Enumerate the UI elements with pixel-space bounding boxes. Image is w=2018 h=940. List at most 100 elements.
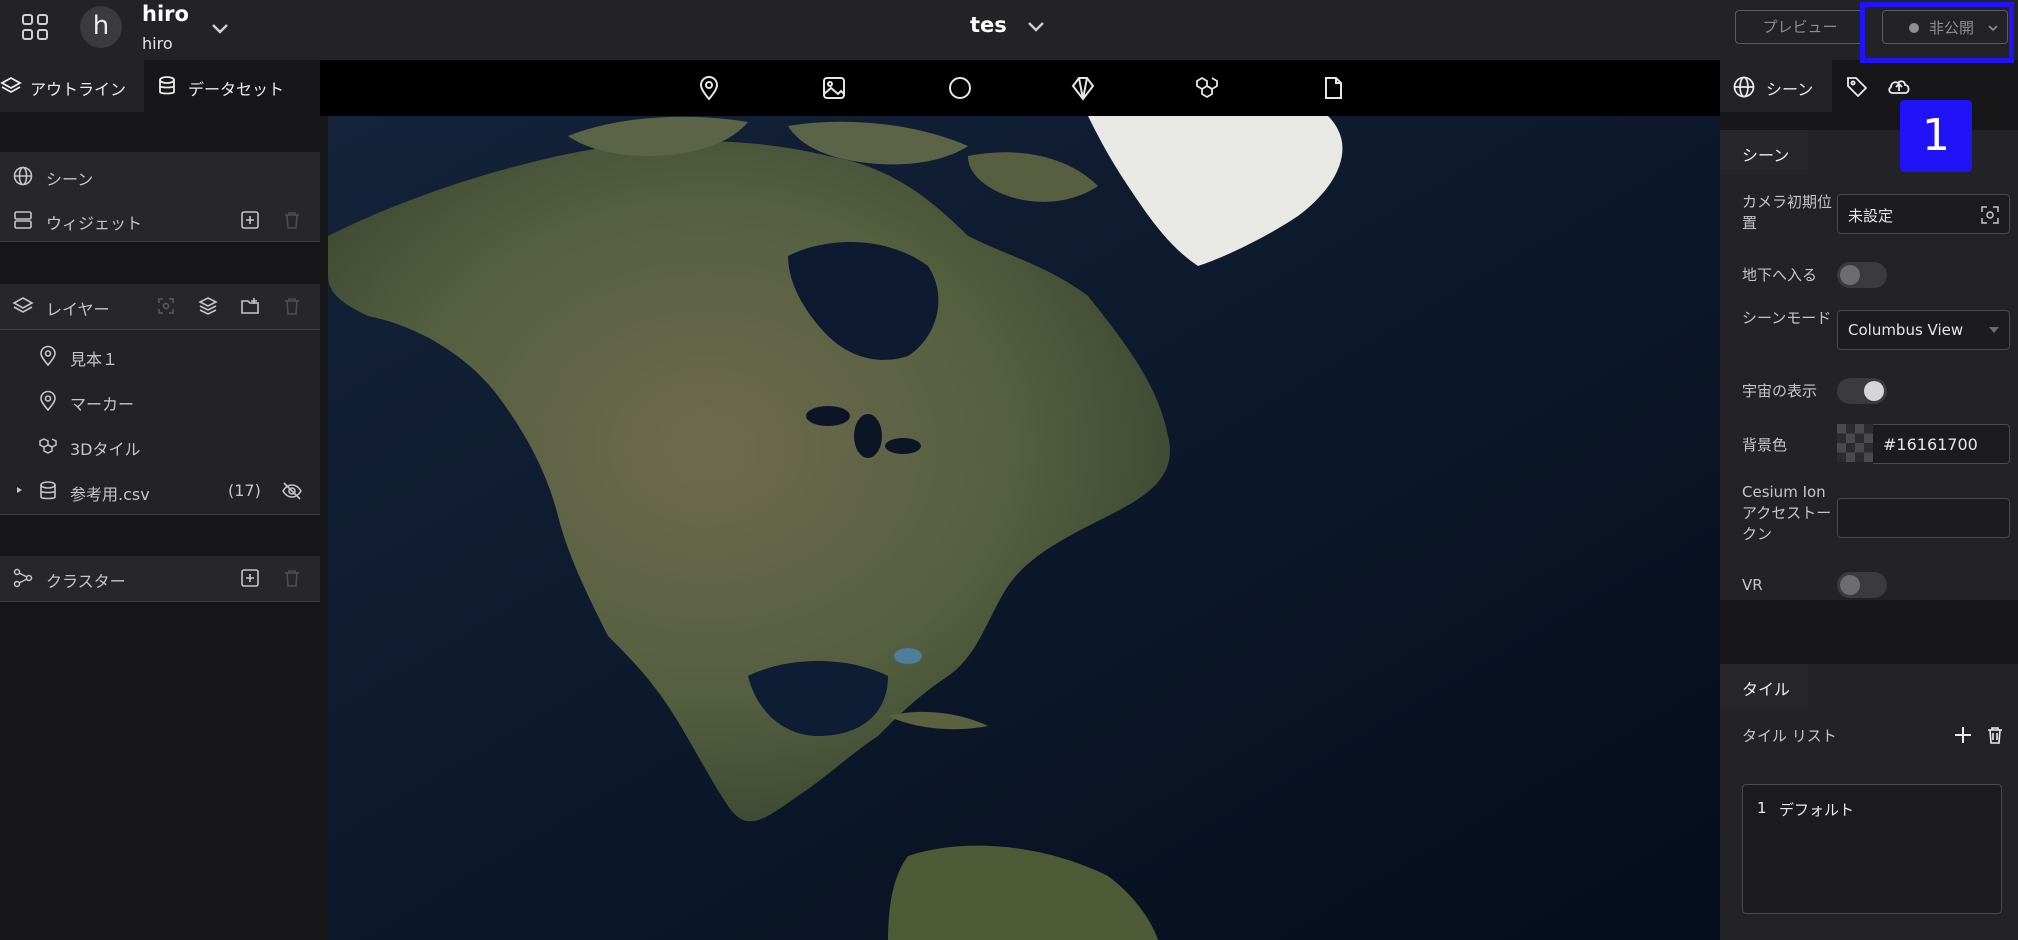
layer-item[interactable]: 3Dタイル [0, 424, 320, 468]
scene-mode-value: Columbus View [1848, 321, 1964, 339]
layer-header-label: レイヤー [46, 300, 110, 319]
layer-item-label: 3Dタイル [70, 440, 141, 459]
globe-icon [12, 165, 34, 187]
tile-list-label: タイル リスト [1742, 727, 1837, 745]
scene-mode-label: シーンモード [1742, 309, 1832, 327]
apps-grid-icon[interactable] [20, 12, 50, 42]
pin-icon[interactable] [695, 74, 723, 102]
tiles-icon[interactable] [1193, 74, 1221, 102]
tab-scene[interactable]: シーン [1720, 60, 1832, 112]
outline-item-widget[interactable]: ウィジェット [0, 198, 320, 242]
workspace-name[interactable]: hiro [142, 2, 189, 26]
tile-name: デフォルト [1779, 801, 1855, 819]
add-widget-icon[interactable] [239, 209, 261, 231]
image-icon[interactable] [820, 74, 848, 102]
globe-icon [1732, 75, 1756, 99]
focus-layer-icon[interactable] [155, 295, 177, 317]
box-icon[interactable] [1069, 74, 1097, 102]
layer-item-label: マーカー [70, 395, 135, 414]
list-item[interactable]: 1 デフォルト [1743, 795, 2001, 823]
camera-value: 未設定 [1848, 207, 1894, 225]
step-badge: 1 [1900, 100, 1972, 172]
add-folder-icon[interactable] [239, 295, 261, 317]
widget-label: ウィジェット [46, 214, 143, 233]
underground-label: 地下へ入る [1742, 266, 1818, 284]
space-toggle[interactable] [1837, 378, 1887, 404]
chevron-down-icon[interactable] [206, 14, 234, 42]
layer-header: レイヤー [0, 284, 320, 328]
layer-item-label: 参考用.csv [70, 485, 150, 504]
avatar[interactable]: h [80, 6, 122, 48]
tab-dataset-label: データセット [188, 80, 285, 99]
cluster-section: クラスター [0, 556, 320, 602]
highlight-box [1860, 2, 2014, 63]
tiles-icon [37, 435, 59, 457]
camera-label: カメラ初期位置 [1742, 193, 1833, 232]
bg-color-value: #16161700 [1883, 435, 1978, 454]
vr-label: VR [1742, 576, 1763, 594]
trash-icon[interactable] [1984, 724, 2006, 746]
cloud-upload-icon[interactable] [1886, 74, 1912, 100]
layer-section-header: レイヤー [0, 284, 320, 330]
add-cluster-icon[interactable] [239, 567, 261, 589]
layer-item[interactable]: マーカー [0, 379, 320, 423]
trash-icon[interactable] [281, 295, 303, 317]
map-viewport[interactable] [328, 116, 1720, 940]
pin-icon [37, 390, 59, 412]
tag-icon[interactable] [1844, 74, 1870, 100]
group-title: タイル [1720, 664, 1808, 708]
cluster-label: クラスター [46, 572, 126, 591]
vr-toggle[interactable] [1837, 572, 1887, 598]
map-toolbar [320, 60, 1720, 116]
cesium-token-input[interactable] [1837, 498, 2010, 538]
workspace-user: hiro [142, 34, 173, 53]
satellite-globe-image [328, 116, 1720, 940]
database-icon [156, 75, 178, 97]
trash-icon[interactable] [281, 567, 303, 589]
scene-section: シーン ウィジェット [0, 152, 320, 242]
tab-outline[interactable]: アウトライン [0, 60, 144, 112]
tile-index: 1 [1757, 799, 1767, 817]
scene-label: シーン [46, 170, 94, 189]
pin-icon [37, 345, 59, 367]
circle-icon[interactable] [946, 74, 974, 102]
tile-group-title: タイル [1742, 680, 1791, 699]
preview-button[interactable]: プレビュー [1735, 10, 1865, 44]
layer-item[interactable]: 見本１ [0, 334, 320, 378]
capture-camera-icon[interactable] [1980, 205, 2000, 225]
right-tabs: シーン [1720, 60, 2018, 112]
app-header: h hiro hiro tes プレビュー 非公開 [0, 0, 2018, 60]
group-title: シーン [1720, 130, 1808, 174]
outline-item-scene[interactable]: シーン [0, 154, 320, 198]
file-icon[interactable] [1319, 74, 1347, 102]
camera-position-field[interactable]: 未設定 [1837, 194, 2010, 234]
scene-settings-group: シーン カメラ初期位置 未設定 地下へ入る シーンモード Columbus Vi… [1720, 130, 2018, 600]
expand-arrow-icon[interactable] [12, 483, 26, 497]
color-swatch[interactable] [1837, 424, 1873, 462]
scene-mode-select[interactable]: Columbus View [1837, 310, 2010, 350]
layers-icon [0, 75, 22, 97]
bg-color-label: 背景色 [1742, 436, 1788, 454]
plus-icon[interactable] [1952, 724, 1974, 746]
tab-dataset[interactable]: データセット [154, 60, 304, 112]
tile-list: 1 デフォルト [1742, 784, 2002, 914]
left-panel: アウトライン データセット シーン ウィジェット レイヤー 見本１ マーカー 3… [0, 60, 320, 940]
eye-off-icon[interactable] [281, 480, 303, 502]
tab-scene-label: シーン [1766, 80, 1814, 99]
layers-icon [12, 295, 34, 317]
tab-outline-label: アウトライン [30, 80, 127, 99]
underground-toggle[interactable] [1837, 262, 1887, 288]
cluster-icon [12, 567, 34, 589]
trash-icon[interactable] [281, 209, 303, 231]
database-icon [37, 480, 59, 502]
chevron-down-icon[interactable] [1022, 12, 1050, 40]
layer-item[interactable]: 参考用.csv (17) [0, 469, 320, 513]
space-label: 宇宙の表示 [1742, 382, 1818, 400]
layer-count: (17) [228, 481, 261, 500]
tile-settings-group: タイル タイル リスト 1 デフォルト [1720, 664, 2018, 940]
right-panel: シーン シーン カメラ初期位置 未設定 地下へ入る シーンモード Columbu… [1720, 60, 2018, 940]
bg-color-input[interactable]: #16161700 [1873, 424, 2010, 464]
cluster-header[interactable]: クラスター [0, 556, 320, 600]
add-layer-icon[interactable] [197, 295, 219, 317]
project-title[interactable]: tes [970, 13, 1007, 37]
